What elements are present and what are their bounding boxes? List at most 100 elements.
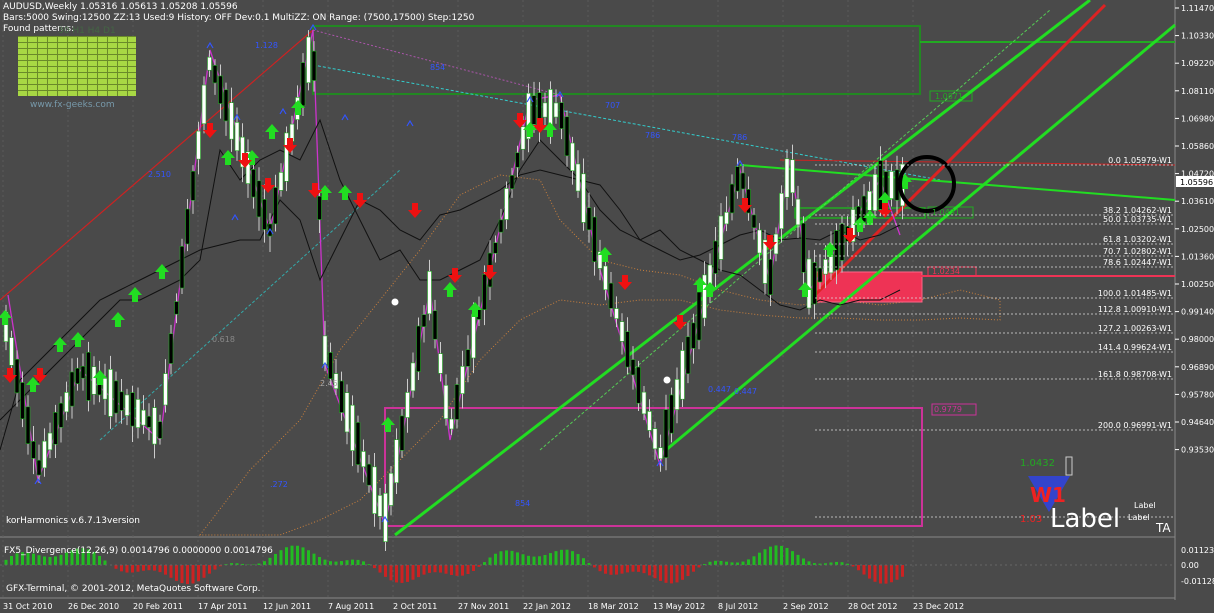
candle-body	[509, 175, 515, 189]
candle-body	[218, 75, 223, 104]
candle-body	[36, 459, 42, 476]
hist-bar	[648, 565, 651, 576]
fib-level-label: 78.6 1.02447-W1	[1103, 258, 1172, 267]
candle-body	[196, 130, 201, 160]
candle-body	[146, 415, 152, 428]
candle-body	[152, 407, 157, 445]
candle-body	[157, 421, 163, 439]
hist-bar	[796, 554, 800, 565]
candle-body	[663, 409, 669, 458]
fib-level-label: 161.8 0.98708-W1	[1098, 370, 1172, 379]
hist-bar	[879, 565, 882, 584]
hist-bar	[895, 565, 899, 580]
hist-bar	[692, 565, 695, 572]
hist-bar	[626, 565, 629, 573]
candle-body	[91, 366, 97, 395]
hist-bar	[521, 554, 525, 565]
candle-body	[795, 198, 801, 226]
candle-body	[625, 331, 630, 368]
hist-bar	[213, 565, 217, 570]
hist-bar	[439, 565, 442, 573]
hist-bar	[884, 565, 888, 584]
candle-body	[119, 391, 124, 411]
candle-body	[790, 159, 795, 194]
candle-body	[564, 116, 570, 157]
hist-bar	[609, 565, 613, 575]
candle-body	[322, 335, 328, 365]
candle-body	[713, 240, 718, 274]
hist-bar	[268, 557, 272, 565]
hist-bar	[444, 565, 448, 574]
hist-bar	[120, 565, 123, 572]
candle-body	[867, 190, 872, 211]
candle-body	[806, 258, 812, 309]
hist-bar	[362, 561, 365, 565]
hist-bar	[637, 565, 640, 572]
current-price: 1.05596	[1180, 178, 1213, 187]
candle-body	[377, 495, 383, 517]
candle-body	[394, 439, 399, 484]
watermark: www.fx-geeks.com	[30, 100, 115, 110]
time-tick: 27 Nov 2011	[458, 602, 509, 611]
price-tick: 1.08110	[1181, 87, 1214, 96]
hist-bar	[653, 565, 657, 579]
candle-body	[25, 406, 31, 445]
candle-body	[553, 102, 559, 118]
fib-level-label: 0.0 1.05979-W1	[1108, 156, 1172, 165]
candle-body	[520, 126, 526, 150]
pattern-label: 786	[645, 131, 660, 140]
price-tick: 1.02500	[1181, 225, 1214, 234]
candle-body	[768, 259, 773, 295]
candle-body	[751, 214, 757, 229]
hist-bar	[312, 553, 316, 565]
hist-bar	[466, 565, 470, 575]
hist-bar	[714, 560, 717, 565]
hist-bar	[807, 561, 811, 565]
box-label: 1.0871	[935, 92, 963, 101]
time-axis: 31 Oct 2010 26 Dec 2010 20 Feb 2011 17 Apr …	[3, 602, 964, 611]
hist-bar	[455, 565, 459, 576]
candle-body	[735, 166, 740, 192]
candle-body	[669, 394, 674, 434]
hist-bar	[54, 556, 57, 565]
candle-body	[372, 466, 377, 514]
candle-body	[80, 365, 86, 379]
candle-body	[515, 152, 520, 168]
candle-body	[680, 350, 685, 400]
box-label: 1.0431	[932, 208, 960, 217]
price-chart[interactable]: 1.128 854 707 786 786 2.510 0.618 0.447 …	[0, 0, 1214, 613]
pattern-label: 854	[430, 63, 445, 72]
hist-bar	[274, 553, 277, 565]
candle-body	[878, 160, 883, 210]
candle-body	[163, 373, 168, 406]
candle-body	[432, 310, 438, 340]
hist-bar	[543, 554, 547, 565]
price-tick: 1.09220	[1181, 59, 1214, 68]
candle-body	[784, 158, 790, 198]
fib-level-label: 61.8 1.03202-W1	[1103, 235, 1172, 244]
patterns-grid[interactable]	[18, 36, 136, 96]
candle-body	[889, 171, 894, 199]
hist-bar	[785, 547, 789, 565]
hist-bar	[175, 565, 178, 581]
candle-body	[47, 432, 53, 451]
hist-bar	[560, 549, 563, 565]
price-tick: 0.99140	[1181, 308, 1214, 317]
candle-body	[817, 267, 823, 283]
hist-bar	[571, 551, 574, 565]
price-tick: 1.01360	[1181, 252, 1214, 261]
candle-body	[801, 222, 806, 273]
hist-bar	[202, 565, 206, 578]
time-tick: 28 Oct 2012	[848, 602, 897, 611]
hist-bar	[384, 565, 387, 577]
time-tick: 17 Apr 2011	[198, 602, 247, 611]
hist-bar	[532, 556, 536, 565]
hist-bar	[565, 549, 569, 565]
label-ta: TA	[1155, 521, 1171, 535]
candle-body	[234, 122, 240, 151]
hist-bar	[98, 555, 101, 565]
candle-body	[724, 211, 729, 225]
hist-bar	[340, 561, 343, 565]
hist-bar	[290, 545, 294, 565]
hist-bar	[59, 554, 63, 565]
